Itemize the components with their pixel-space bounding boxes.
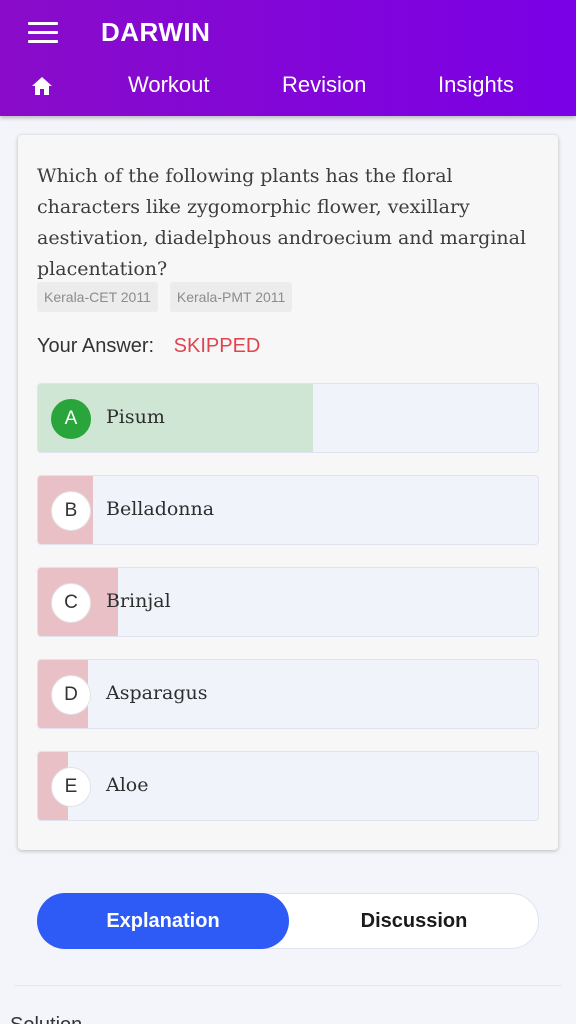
tab-workout[interactable]: Workout — [128, 72, 210, 98]
option-letter-badge: D — [51, 675, 91, 715]
app-brand: DARWIN — [101, 17, 211, 47]
explanation-discussion-toggle: Explanation Discussion — [37, 893, 539, 949]
option-letter-badge: C — [51, 583, 91, 623]
your-answer-row: Your Answer: SKIPPED — [37, 335, 260, 358]
solution-heading: Solution — [10, 1014, 82, 1024]
tab-revision[interactable]: Revision — [282, 72, 366, 98]
option-label: Brinjal — [106, 590, 171, 612]
your-answer-status: SKIPPED — [173, 335, 261, 357]
option-d[interactable]: D Asparagus — [37, 659, 539, 729]
home-icon[interactable] — [31, 76, 53, 96]
question-card: Which of the following plants has the fl… — [18, 135, 558, 850]
option-label: Pisum — [106, 406, 165, 428]
hamburger-menu-icon[interactable] — [28, 22, 58, 44]
option-label: Belladonna — [106, 498, 215, 520]
section-divider — [14, 985, 562, 986]
exam-tag: Kerala-PMT 2011 — [169, 282, 293, 312]
option-letter-badge: A — [51, 399, 91, 439]
option-label: Asparagus — [106, 682, 208, 704]
exam-tags: Kerala-CET 2011 Kerala-PMT 2011 — [37, 282, 293, 312]
tab-discussion[interactable]: Discussion — [288, 893, 540, 949]
tab-explanation[interactable]: Explanation — [37, 893, 289, 949]
question-text: Which of the following plants has the fl… — [37, 165, 527, 280]
tab-insights[interactable]: Insights — [438, 72, 514, 98]
option-c[interactable]: C Brinjal — [37, 567, 539, 637]
option-b[interactable]: B Belladonna — [37, 475, 539, 545]
app-header: DARWIN Workout Revision Insights — [0, 0, 576, 116]
option-label: Aloe — [106, 774, 149, 796]
option-letter-badge: E — [51, 767, 91, 807]
option-a[interactable]: A Pisum — [37, 383, 539, 453]
exam-tag: Kerala-CET 2011 — [37, 282, 158, 312]
option-e[interactable]: E Aloe — [37, 751, 539, 821]
option-letter-badge: B — [51, 491, 91, 531]
your-answer-label: Your Answer: — [37, 335, 155, 357]
